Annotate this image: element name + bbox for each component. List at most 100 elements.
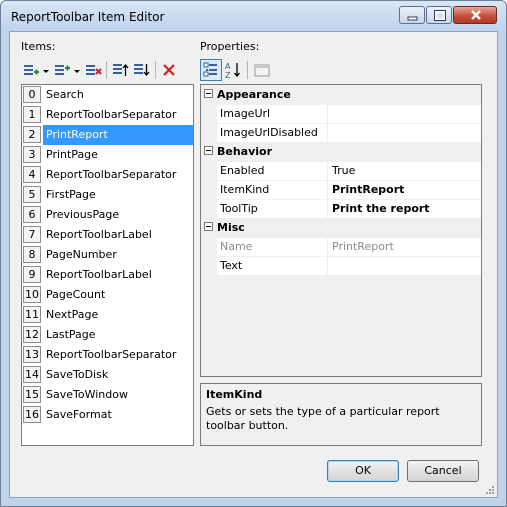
add-item-dropdown[interactable] bbox=[41, 59, 51, 81]
list-item[interactable]: 1 ReportToolbarSeparator bbox=[22, 105, 193, 125]
category-behavior[interactable]: Behavior bbox=[201, 142, 481, 161]
property-row-imageurldisabled[interactable]: ImageUrlDisabled bbox=[217, 123, 481, 142]
property-value[interactable] bbox=[327, 105, 481, 123]
list-item[interactable]: 14 SaveToDisk bbox=[22, 365, 193, 385]
item-index: 10 bbox=[23, 286, 41, 303]
properties-label: Properties: bbox=[200, 40, 260, 53]
toolbar-separator bbox=[155, 61, 156, 79]
list-item[interactable]: 6 PreviousPage bbox=[22, 205, 193, 225]
insert-item-button[interactable] bbox=[52, 59, 72, 81]
item-index: 5 bbox=[23, 186, 41, 203]
category-misc[interactable]: Misc bbox=[201, 218, 481, 237]
add-item-icon bbox=[24, 65, 39, 75]
item-label: ReportToolbarLabel bbox=[46, 268, 152, 281]
item-index: 14 bbox=[23, 366, 41, 383]
item-label: PageCount bbox=[46, 288, 106, 301]
property-value[interactable] bbox=[327, 257, 481, 275]
collapse-icon[interactable] bbox=[204, 89, 213, 98]
remove-item-button[interactable] bbox=[83, 59, 103, 81]
category-label: Misc bbox=[217, 221, 245, 234]
list-item[interactable]: 8 PageNumber bbox=[22, 245, 193, 265]
item-index: 4 bbox=[23, 166, 41, 183]
list-item[interactable]: 5 FirstPage bbox=[22, 185, 193, 205]
property-row-imageurl[interactable]: ImageUrl bbox=[217, 104, 481, 123]
property-value[interactable]: Print the report bbox=[327, 200, 481, 218]
close-button[interactable] bbox=[453, 6, 497, 24]
categorized-icon bbox=[203, 62, 217, 77]
item-label: ReportToolbarLabel bbox=[46, 228, 152, 241]
item-index: 7 bbox=[23, 226, 41, 243]
maximize-button[interactable] bbox=[426, 6, 452, 24]
property-row-tooltip[interactable]: ToolTip Print the report bbox=[217, 199, 481, 218]
description-pane: ItemKind Gets or sets the type of a part… bbox=[200, 383, 482, 446]
property-grid[interactable]: Appearance ImageUrl ImageUrlDisabled Beh… bbox=[200, 84, 482, 377]
move-down-icon bbox=[134, 64, 150, 77]
item-index: 1 bbox=[23, 106, 41, 123]
property-row-enabled[interactable]: Enabled True bbox=[217, 161, 481, 180]
description-title: ItemKind bbox=[206, 388, 263, 401]
list-item[interactable]: 4 ReportToolbarSeparator bbox=[22, 165, 193, 185]
property-pages-button[interactable] bbox=[252, 59, 272, 81]
dropdown-arrow-icon bbox=[43, 70, 49, 73]
item-label: ReportToolbarSeparator bbox=[46, 108, 177, 121]
item-label: FirstPage bbox=[46, 188, 96, 201]
category-appearance[interactable]: Appearance bbox=[201, 85, 481, 104]
list-item[interactable]: 0 Search bbox=[22, 85, 193, 105]
categorized-button[interactable] bbox=[200, 59, 222, 81]
alphabetical-icon: A Z bbox=[225, 62, 240, 80]
delete-all-button[interactable] bbox=[159, 59, 179, 81]
list-item[interactable]: 3 PrintPage bbox=[22, 145, 193, 165]
add-item-button[interactable] bbox=[21, 59, 41, 81]
description-text: Gets or sets the type of a particular re… bbox=[206, 405, 440, 432]
resize-grip-icon[interactable] bbox=[485, 485, 495, 495]
list-item[interactable]: 15 SaveToWindow bbox=[22, 385, 193, 405]
cancel-button[interactable]: Cancel bbox=[407, 460, 479, 482]
property-name: ImageUrl bbox=[220, 107, 271, 120]
item-label: LastPage bbox=[46, 328, 96, 341]
item-label: SaveToWindow bbox=[46, 388, 128, 401]
item-index: 9 bbox=[23, 266, 41, 283]
item-label: PrintReport bbox=[43, 125, 193, 145]
property-value[interactable]: PrintReport bbox=[327, 181, 481, 199]
collapse-icon[interactable] bbox=[204, 146, 213, 155]
list-item[interactable]: 7 ReportToolbarLabel bbox=[22, 225, 193, 245]
item-index: 11 bbox=[23, 306, 41, 323]
items-listbox[interactable]: 0 Search 1 ReportToolbarSeparator 2 PrintRepo… bbox=[21, 84, 194, 446]
toolbar-separator bbox=[106, 61, 107, 79]
item-label: PageNumber bbox=[46, 248, 117, 261]
ok-button[interactable]: OK bbox=[327, 460, 399, 482]
item-index: 12 bbox=[23, 326, 41, 343]
property-value[interactable]: True bbox=[327, 162, 481, 180]
insert-item-dropdown[interactable] bbox=[72, 59, 82, 81]
collapse-icon[interactable] bbox=[204, 222, 213, 231]
move-down-button[interactable] bbox=[131, 59, 151, 81]
move-up-button[interactable] bbox=[110, 59, 130, 81]
list-item[interactable]: 12 LastPage bbox=[22, 325, 193, 345]
property-name: ToolTip bbox=[220, 202, 258, 215]
property-name: Text bbox=[220, 259, 243, 272]
list-item[interactable]: 2 PrintReport bbox=[22, 125, 193, 145]
move-up-icon bbox=[113, 63, 129, 76]
remove-item-icon bbox=[86, 65, 102, 75]
property-name: ImageUrlDisabled bbox=[220, 126, 318, 139]
minimize-button[interactable] bbox=[399, 6, 425, 24]
list-item[interactable]: 16 SaveFormat bbox=[22, 405, 193, 425]
item-label: ReportToolbarSeparator bbox=[46, 168, 177, 181]
property-row-name[interactable]: Name PrintReport bbox=[217, 237, 481, 256]
list-item[interactable]: 10 PageCount bbox=[22, 285, 193, 305]
property-row-text[interactable]: Text bbox=[217, 256, 481, 275]
property-value[interactable] bbox=[327, 124, 481, 142]
list-item[interactable]: 13 ReportToolbarSeparator bbox=[22, 345, 193, 365]
dialog-client: Items: Properties: A Z 0 Search 1 Report… bbox=[9, 31, 498, 498]
alphabetical-button[interactable]: A Z bbox=[223, 59, 243, 81]
item-label: NextPage bbox=[46, 308, 99, 321]
property-name: Name bbox=[220, 240, 253, 253]
list-item[interactable]: 11 NextPage bbox=[22, 305, 193, 325]
close-icon bbox=[471, 10, 481, 20]
property-row-itemkind[interactable]: ItemKind PrintReport bbox=[217, 180, 481, 199]
list-item[interactable]: 9 ReportToolbarLabel bbox=[22, 265, 193, 285]
delete-icon bbox=[163, 64, 175, 76]
item-label: Search bbox=[46, 88, 84, 101]
maximize-icon bbox=[434, 10, 446, 21]
item-label: SaveFormat bbox=[46, 408, 112, 421]
